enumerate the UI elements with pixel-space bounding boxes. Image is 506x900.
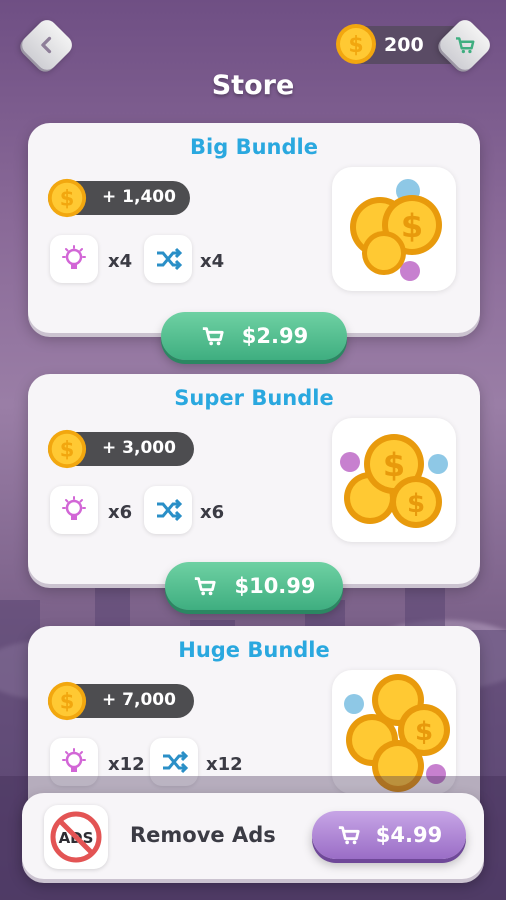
coin-amount-label: + 1,400 [102, 187, 176, 207]
lightbulb-icon [62, 496, 86, 520]
hint-boost [50, 235, 98, 283]
shuffle-count: x6 [200, 502, 225, 523]
price-label: $4.99 [375, 823, 443, 847]
buy-button-super[interactable]: $10.99 [165, 562, 343, 610]
lightbulb-icon [62, 245, 86, 269]
remove-ads-label: Remove Ads [130, 823, 276, 847]
bundle-title: Big Bundle [190, 135, 318, 159]
cart-icon [455, 37, 475, 54]
remove-ads-buy-button[interactable]: $4.99 [312, 811, 466, 859]
lightbulb-icon [62, 748, 86, 772]
back-button[interactable] [18, 16, 76, 74]
svg-text:$: $ [415, 717, 433, 747]
bundle-card-super: Super Bundle $ + 3,000 x6 x6 $ $ [28, 374, 480, 584]
shuffle-boost [144, 486, 192, 534]
coin-icon: $ [47, 178, 87, 218]
bundle-title: Huge Bundle [178, 638, 330, 662]
hint-count: x4 [108, 251, 133, 272]
coin-amount-label: + 7,000 [102, 690, 176, 710]
buy-button-big[interactable]: $2.99 [161, 312, 347, 360]
coin-pile-image: $ [332, 167, 456, 291]
bundle-coin-amount: $ + 3,000 [47, 429, 194, 469]
svg-text:$: $ [407, 489, 425, 519]
bundle-card-big: Big Bundle $ + 1,400 x4 x4 $ [28, 123, 480, 333]
page-title: Store [211, 70, 295, 101]
bundle-title: Super Bundle [174, 386, 334, 410]
bundle-coin-amount: $ + 1,400 [47, 178, 190, 218]
svg-text:$: $ [401, 207, 423, 245]
svg-text:$: $ [60, 187, 75, 211]
shuffle-count: x12 [206, 754, 243, 775]
coin-pile-image: $ $ [332, 418, 456, 542]
svg-text:$: $ [348, 33, 363, 58]
no-ads-icon: ADS [44, 805, 108, 869]
shuffle-count: x4 [200, 251, 225, 272]
svg-text:$: $ [383, 446, 405, 484]
svg-text:$: $ [60, 438, 75, 462]
svg-text:$: $ [60, 690, 75, 714]
price-label: $10.99 [234, 574, 316, 598]
cart-icon [195, 577, 217, 596]
bundle-coin-amount: $ + 7,000 [47, 681, 194, 721]
shuffle-boost [144, 235, 192, 283]
remove-ads-bar: ADS Remove Ads $4.99 [22, 793, 484, 879]
price-label: $2.99 [241, 324, 309, 348]
coin-icon: $ [336, 24, 376, 64]
cart-icon [202, 327, 224, 346]
chevron-left-icon [41, 36, 52, 54]
coin-balance-amount: 200 [384, 34, 424, 56]
cart-icon [338, 826, 360, 845]
shuffle-icon [157, 247, 183, 271]
shuffle-icon [163, 750, 189, 774]
hint-boost [50, 486, 98, 534]
coin-icon: $ [47, 429, 87, 469]
coin-icon: $ [47, 681, 87, 721]
coin-amount-label: + 3,000 [102, 438, 176, 458]
hint-count: x6 [108, 502, 133, 523]
cart-button[interactable] [436, 16, 494, 74]
shuffle-icon [157, 498, 183, 522]
hint-count: x12 [108, 754, 145, 775]
